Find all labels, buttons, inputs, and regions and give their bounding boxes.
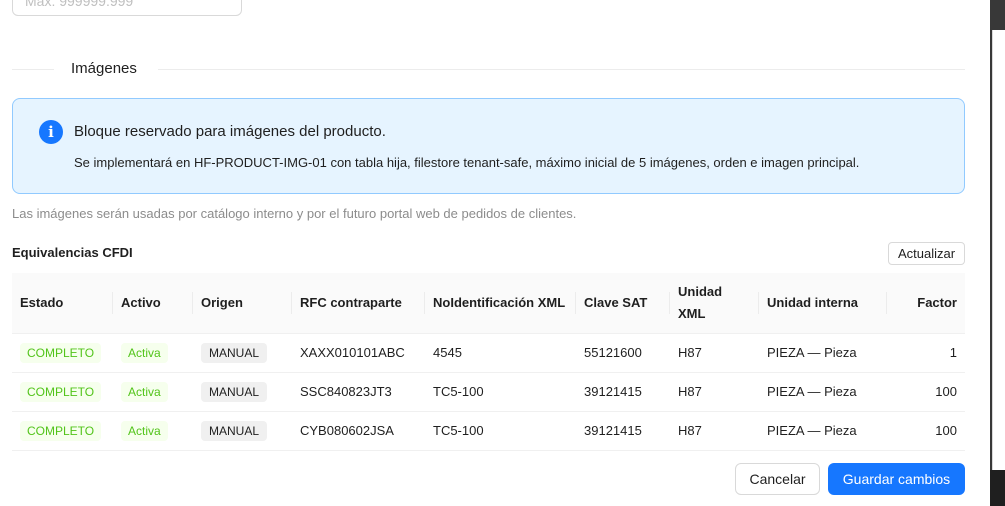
cell-origen: MANUAL: [193, 333, 292, 373]
cell-noidentificacion: TC5-100: [425, 411, 576, 451]
save-changes-button[interactable]: Guardar cambios: [828, 463, 965, 495]
background-page-edge: [992, 30, 1005, 500]
origin-badge: MANUAL: [201, 420, 268, 441]
cell-factor: 100: [887, 411, 965, 451]
info-alert-description: Se implementará en HF-PRODUCT-IMG-01 con…: [74, 155, 860, 170]
column-header-activo[interactable]: Activo: [113, 273, 193, 334]
refresh-button[interactable]: Actualizar: [888, 242, 965, 265]
table-row[interactable]: COMPLETO Activa MANUAL CYB080602JSA TC5-…: [12, 411, 965, 451]
product-edit-modal: Imágenes i Bloque reservado para imágene…: [0, 0, 990, 506]
column-header-unidad-xml[interactable]: Unidad XML: [670, 273, 759, 334]
status-badge: COMPLETO: [20, 420, 102, 441]
cell-clave-sat: 39121415: [576, 411, 670, 451]
origin-badge: MANUAL: [201, 381, 268, 402]
cell-estado: COMPLETO: [12, 411, 113, 451]
origin-badge: MANUAL: [201, 342, 268, 363]
cell-noidentificacion: TC5-100: [425, 372, 576, 412]
cell-activo: Activa: [113, 333, 193, 373]
cell-factor: 1: [887, 333, 965, 373]
info-alert-title: Bloque reservado para imágenes del produ…: [74, 123, 386, 140]
cell-activo: Activa: [113, 411, 193, 451]
images-section-title: Imágenes: [71, 60, 137, 77]
info-circle-icon: i: [39, 120, 63, 144]
cell-clave-sat: 39121415: [576, 372, 670, 412]
section-divider-left: [12, 69, 54, 70]
column-header-rfc[interactable]: RFC contraparte: [292, 273, 425, 334]
cell-estado: COMPLETO: [12, 333, 113, 373]
cell-factor: 100: [887, 372, 965, 412]
overlay-shadow: [990, 470, 1005, 506]
column-header-factor[interactable]: Factor: [887, 273, 965, 334]
cell-rfc: XAXX010101ABC: [292, 333, 425, 373]
active-badge: Activa: [121, 342, 168, 363]
cell-unidad-interna: PIEZA — Pieza: [759, 411, 887, 451]
column-header-estado[interactable]: Estado: [12, 273, 113, 334]
table-row[interactable]: COMPLETO Activa MANUAL XAXX010101ABC 454…: [12, 333, 965, 373]
cell-unidad-interna: PIEZA — Pieza: [759, 333, 887, 373]
max-value-input[interactable]: [12, 0, 242, 16]
images-help-text: Las imágenes serán usadas por catálogo i…: [12, 206, 577, 221]
table-row[interactable]: COMPLETO Activa MANUAL SSC840823JT3 TC5-…: [12, 372, 965, 412]
cancel-button[interactable]: Cancelar: [735, 463, 820, 495]
cell-origen: MANUAL: [193, 411, 292, 451]
cell-origen: MANUAL: [193, 372, 292, 412]
cell-noidentificacion: 4545: [425, 333, 576, 373]
cfdi-section-title: Equivalencias CFDI: [12, 245, 133, 260]
cell-unidad-interna: PIEZA — Pieza: [759, 372, 887, 412]
status-badge: COMPLETO: [20, 342, 102, 363]
column-header-unidad-interna[interactable]: Unidad interna: [759, 273, 887, 334]
cell-estado: COMPLETO: [12, 372, 113, 412]
cell-unidad-xml: H87: [670, 372, 759, 412]
section-divider-right: [158, 69, 965, 70]
cell-clave-sat: 55121600: [576, 333, 670, 373]
column-header-noidentificacion[interactable]: NoIdentificación XML: [425, 273, 576, 334]
images-info-alert: i Bloque reservado para imágenes del pro…: [12, 98, 965, 194]
cell-rfc: SSC840823JT3: [292, 372, 425, 412]
status-badge: COMPLETO: [20, 381, 102, 402]
active-badge: Activa: [121, 420, 168, 441]
column-header-origen[interactable]: Origen: [193, 273, 292, 334]
column-header-clave-sat[interactable]: Clave SAT: [576, 273, 670, 334]
active-badge: Activa: [121, 381, 168, 402]
background-overlay-edge: [990, 0, 1005, 506]
cell-activo: Activa: [113, 372, 193, 412]
cell-unidad-xml: H87: [670, 333, 759, 373]
table-header-row: Estado Activo Origen RFC contraparte NoI…: [12, 273, 965, 334]
cell-rfc: CYB080602JSA: [292, 411, 425, 451]
cfdi-equivalences-table: Estado Activo Origen RFC contraparte NoI…: [12, 273, 965, 451]
cell-unidad-xml: H87: [670, 411, 759, 451]
